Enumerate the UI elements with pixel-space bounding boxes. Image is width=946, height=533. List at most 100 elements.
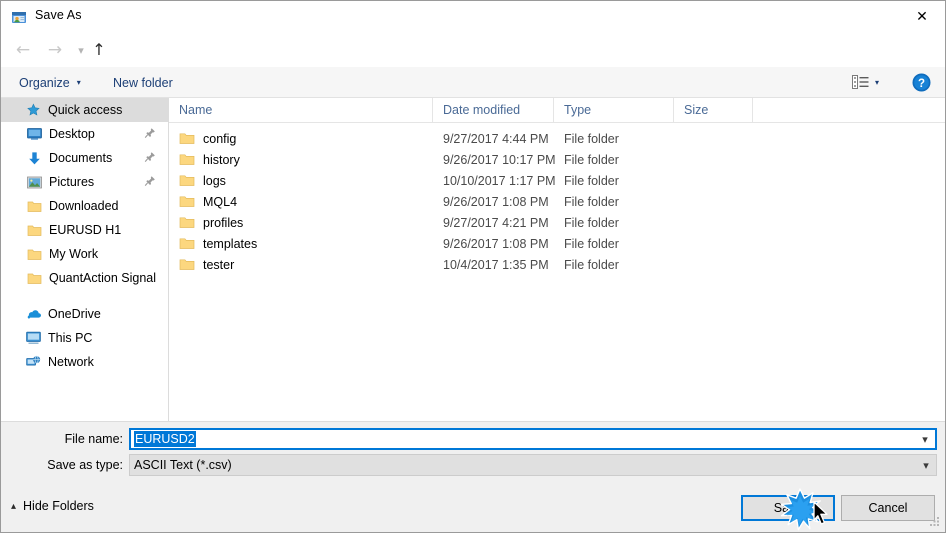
pictures-image-icon [26,174,43,190]
navigation-sidebar[interactable]: Quick access Desktop Documents Pictures … [1,98,168,421]
save-as-type-label: Save as type: [47,458,123,472]
arrow-left-icon: ← [15,39,31,60]
column-header-label: Type [564,103,592,117]
view-options-chevron-down-icon[interactable]: ▾ [875,78,879,87]
table-row[interactable]: config 9/27/2017 4:44 PM File folder [169,128,945,149]
hide-folders-label: Hide Folders [23,499,94,513]
folder-icon [26,270,43,286]
folder-icon [179,195,195,209]
folder-icon [26,222,43,238]
chevron-down-icon: ▾ [78,43,84,57]
save-button[interactable]: Save [741,495,835,521]
sidebar-item-onedrive[interactable]: OneDrive [1,302,168,326]
forward-button[interactable]: → [43,38,67,62]
file-date: 9/26/2017 1:08 PM [443,194,549,209]
sidebar-item-pictures[interactable]: Pictures [1,170,168,194]
pin-icon [144,175,156,187]
sort-ascending-icon: ˄ [298,98,303,106]
star-pin-icon [25,102,42,118]
column-header-label: Size [684,103,709,117]
file-type: File folder [564,173,619,188]
column-headers: Name ˄ Date modified Type Size [169,98,945,123]
chevron-down-icon[interactable]: ▾ [915,433,935,446]
file-name-input[interactable]: EURUSD2 ▾ [129,428,937,450]
sidebar-item-my-work[interactable]: My Work [1,242,168,266]
column-header-type[interactable]: Type [554,98,674,122]
back-button[interactable]: ← [11,38,35,62]
arrow-up-icon: ↑ [92,40,106,59]
folder-icon [179,132,195,146]
table-row[interactable]: tester 10/4/2017 1:35 PM File folder [169,254,945,275]
column-header-size[interactable]: Size [674,98,753,122]
cancel-button[interactable]: Cancel [841,495,935,521]
cancel-button-label: Cancel [868,501,908,515]
hide-folders-button[interactable]: ▴ Hide Folders [11,499,94,513]
file-type: File folder [564,257,619,272]
list-view-icon [851,74,869,92]
change-view-button[interactable] [849,73,871,93]
up-one-level-button[interactable]: ↑ [87,38,111,62]
column-header-name[interactable]: Name ˄ [169,98,433,122]
network-globe-icon [25,354,42,370]
documents-down-arrow-icon [26,150,43,166]
file-type: File folder [564,152,619,167]
help-button[interactable]: ? [912,73,931,92]
sidebar-item-quantaction-signal[interactable]: QuantAction Signal [1,266,168,290]
table-row[interactable]: profiles 9/27/2017 4:21 PM File folder [169,212,945,233]
sidebar-item-documents[interactable]: Documents [1,146,168,170]
column-header-label: Date modified [443,103,521,117]
file-date: 9/26/2017 1:08 PM [443,236,549,251]
table-row[interactable]: logs 10/10/2017 1:17 PM File folder [169,170,945,191]
file-name: history [203,152,240,167]
this-pc-monitor-icon [25,330,42,346]
organize-button[interactable]: Organize ▾ [13,72,87,93]
new-folder-button[interactable]: New folder [107,72,179,93]
sidebar-item-quick-access[interactable]: Quick access [1,98,168,122]
file-name: templates [203,236,258,251]
file-date: 9/27/2017 4:44 PM [443,131,549,146]
resize-grip-icon[interactable] [929,516,941,528]
onedrive-cloud-icon [25,306,42,322]
file-date: 10/4/2017 1:35 PM [443,257,549,272]
sidebar-item-network[interactable]: Network [1,350,168,374]
sidebar-item-label: My Work [49,247,99,261]
sidebar-item-eurusd-h1[interactable]: EURUSD H1 [1,218,168,242]
save-as-folder-person-icon [11,9,27,25]
sidebar-item-label: This PC [48,331,93,345]
sidebar-item-this-pc[interactable]: This PC [1,326,168,350]
file-name: MQL4 [203,194,238,209]
table-row[interactable]: MQL4 9/26/2017 1:08 PM File folder [169,191,945,212]
chevron-down-icon[interactable]: ▾ [916,459,936,472]
file-date: 9/26/2017 10:17 PM [443,152,556,167]
window-title: Save As [35,8,82,22]
table-row[interactable]: templates 9/26/2017 1:08 PM File folder [169,233,945,254]
file-date: 9/27/2017 4:21 PM [443,215,549,230]
sidebar-item-label: OneDrive [48,307,101,321]
sidebar-item-label: Quick access [48,103,123,117]
file-name: tester [203,257,235,272]
save-as-type-select[interactable]: ASCII Text (*.csv) ▾ [129,454,937,476]
sidebar-item-desktop[interactable]: Desktop [1,122,168,146]
file-name: config [203,131,237,146]
folder-icon [26,198,43,214]
save-as-type-value: ASCII Text (*.csv) [134,458,232,472]
title-bar: Save As ✕ [1,1,945,32]
help-question-icon: ? [912,73,931,95]
file-type: File folder [564,194,619,209]
table-row[interactable]: history 9/26/2017 10:17 PM File folder [169,149,945,170]
sidebar-item-label: Desktop [49,127,95,141]
column-header-date-modified[interactable]: Date modified [433,98,554,122]
file-name: profiles [203,215,244,230]
close-icon: ✕ [916,8,928,25]
sidebar-item-label: Downloaded [49,199,119,213]
organize-label: Organize [19,75,70,90]
file-type: File folder [564,236,619,251]
svg-text:?: ? [918,78,925,90]
close-button[interactable]: ✕ [899,1,945,32]
pin-icon [144,151,156,163]
file-rows: config 9/27/2017 4:44 PM File folder his… [169,123,945,275]
sidebar-item-label: Documents [49,151,113,165]
sidebar-item-downloaded[interactable]: Downloaded [1,194,168,218]
chevron-up-icon: ▴ [11,500,17,512]
